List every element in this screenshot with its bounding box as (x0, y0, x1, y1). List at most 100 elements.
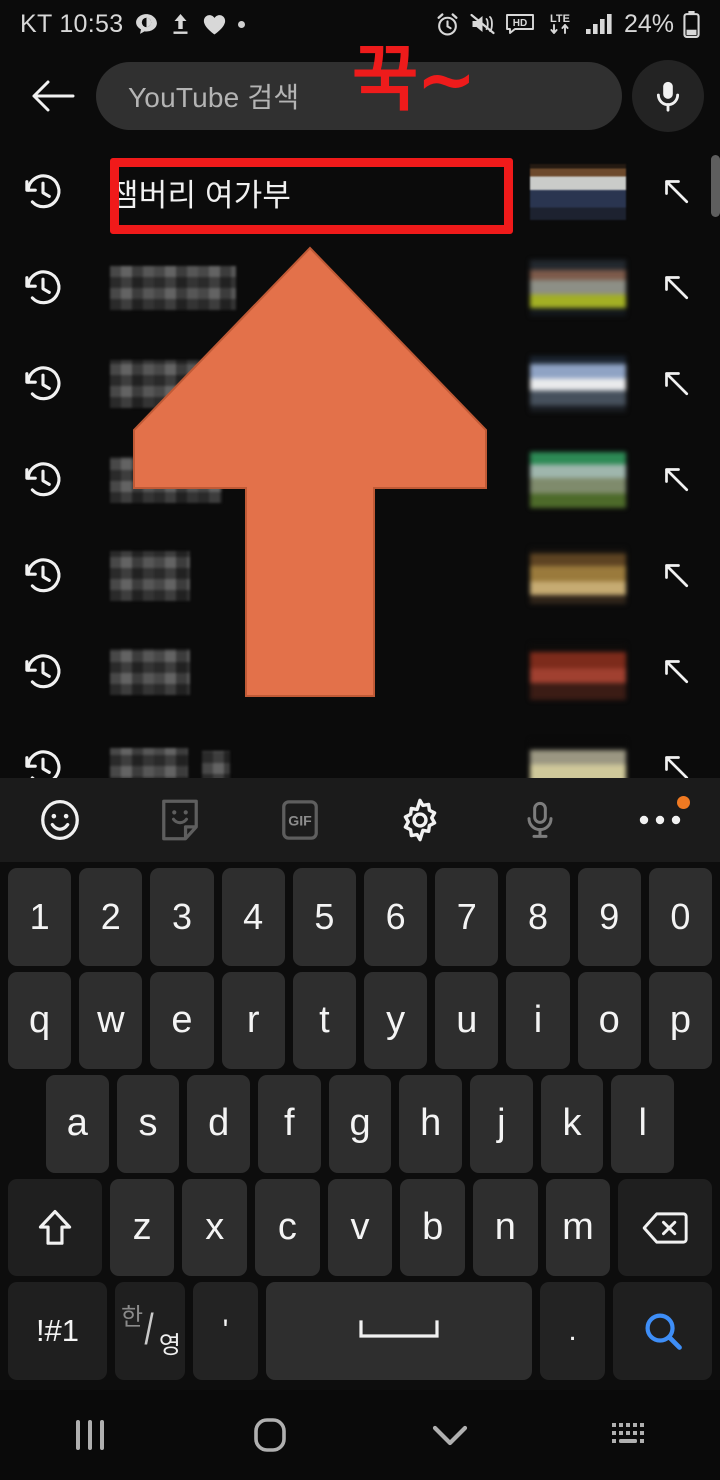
search-bar: YouTube 검색 (0, 48, 720, 144)
key-s[interactable]: s (116, 1075, 180, 1173)
key-p[interactable]: p (648, 971, 713, 1070)
insert-suggestion-button[interactable] (634, 558, 720, 594)
suggestion-label-censored (110, 748, 188, 778)
list-item[interactable] (0, 336, 720, 432)
list-item[interactable] (0, 720, 720, 778)
suggestions-scrollbar-thumb[interactable] (711, 155, 720, 217)
hd-icon: HD (506, 14, 534, 34)
key-v[interactable]: v (327, 1178, 393, 1277)
insert-suggestion-button[interactable] (634, 270, 720, 306)
shift-icon (38, 1209, 72, 1245)
hide-keyboard-button[interactable] (360, 1390, 540, 1480)
home-button[interactable] (180, 1390, 360, 1480)
key-1[interactable]: 1 (7, 868, 72, 966)
list-item[interactable]: 잼버리 여가부 (0, 144, 720, 240)
key-u[interactable]: u (435, 971, 499, 1070)
key-d[interactable]: d (187, 1075, 250, 1173)
key-k[interactable]: k (540, 1075, 604, 1173)
back-button[interactable] (16, 59, 90, 133)
space-key[interactable] (265, 1282, 533, 1380)
voice-search-button[interactable] (632, 60, 704, 132)
key-4[interactable]: 4 (221, 868, 285, 966)
shift-key[interactable] (8, 1178, 102, 1277)
upload-icon (173, 14, 188, 34)
history-clock-icon (0, 170, 86, 214)
list-item[interactable] (0, 432, 720, 528)
search-enter-key[interactable] (613, 1282, 712, 1380)
key-h[interactable]: h (399, 1075, 463, 1173)
key-5[interactable]: 5 (292, 868, 356, 966)
svg-text:GIF: GIF (288, 813, 312, 829)
key-m[interactable]: m (545, 1178, 611, 1277)
key-n[interactable]: n (472, 1178, 538, 1277)
keyboard-settings-button[interactable] (360, 778, 480, 862)
key-8[interactable]: 8 (506, 868, 570, 966)
suggestion-label-wrap (86, 360, 530, 408)
voice-input-button[interactable] (480, 778, 600, 862)
sticker-icon (162, 799, 198, 841)
language-toggle-key[interactable]: 한 / 영 (115, 1282, 185, 1380)
sticker-button[interactable] (120, 778, 240, 862)
key-e[interactable]: e (150, 971, 214, 1070)
list-item[interactable] (0, 624, 720, 720)
status-bar: KT 10:53 HD LTE 24% (0, 0, 720, 48)
backspace-key[interactable] (618, 1178, 712, 1277)
key-w[interactable]: w (79, 971, 143, 1070)
search-magnifier-icon (644, 1313, 682, 1351)
key-j[interactable]: j (470, 1075, 533, 1173)
search-suggestions-list[interactable]: 잼버리 여가부 (0, 144, 720, 778)
lte-data-icon: LTE (550, 13, 570, 34)
arrow-up-left-insert-icon (665, 660, 689, 684)
gif-button[interactable]: GIF (240, 778, 360, 862)
key-9[interactable]: 9 (577, 868, 641, 966)
more-options-button[interactable] (600, 778, 720, 862)
switch-keyboard-button[interactable] (540, 1390, 720, 1480)
key-r[interactable]: r (221, 971, 285, 1070)
recents-button[interactable] (0, 1390, 180, 1480)
insert-suggestion-button[interactable] (634, 174, 720, 210)
key-o[interactable]: o (577, 971, 641, 1070)
insert-suggestion-button[interactable] (634, 462, 720, 498)
heart-icon (204, 14, 226, 34)
on-screen-keyboard: 1 2 3 4 5 6 7 8 9 0 q w e r t y u i o p … (0, 862, 720, 1390)
key-6[interactable]: 6 (364, 868, 428, 966)
key-c[interactable]: c (255, 1178, 320, 1277)
key-z[interactable]: z (109, 1178, 175, 1277)
suggestion-label-wrap (86, 748, 530, 778)
key-2[interactable]: 2 (79, 868, 143, 966)
list-item[interactable] (0, 528, 720, 624)
key-g[interactable]: g (328, 1075, 392, 1173)
suggestion-label-censored (110, 457, 222, 503)
key-t[interactable]: t (292, 971, 356, 1070)
keyboard-row-shift: z x c v b n m (4, 1178, 716, 1277)
space-icon (359, 1320, 439, 1338)
insert-suggestion-button[interactable] (634, 750, 720, 778)
period-key[interactable]: . (540, 1282, 605, 1380)
suggestion-label-wrap: 잼버리 여가부 (86, 170, 530, 215)
key-7[interactable]: 7 (435, 868, 499, 966)
insert-suggestion-button[interactable] (634, 366, 720, 402)
symbols-key[interactable]: !#1 (8, 1282, 107, 1380)
key-l[interactable]: l (611, 1075, 675, 1173)
key-3[interactable]: 3 (150, 868, 214, 966)
key-b[interactable]: b (400, 1178, 465, 1277)
emoji-button[interactable] (0, 778, 120, 862)
key-0[interactable]: 0 (648, 868, 713, 966)
battery-percent: 24% (623, 9, 674, 38)
search-input[interactable]: YouTube 검색 (96, 62, 622, 130)
key-y[interactable]: y (364, 971, 428, 1070)
key-q[interactable]: q (7, 971, 72, 1070)
suggestions-scrollbar-track[interactable] (711, 154, 720, 778)
suggestion-thumbnail (530, 164, 626, 220)
keyboard-switch-icon (612, 1423, 644, 1443)
search-placeholder: YouTube 검색 (128, 82, 300, 113)
apostrophe-key[interactable]: ' (193, 1282, 258, 1380)
insert-suggestion-button[interactable] (634, 654, 720, 690)
key-i[interactable]: i (506, 971, 570, 1070)
key-x[interactable]: x (182, 1178, 248, 1277)
key-a[interactable]: a (45, 1075, 109, 1173)
svg-text:HD: HD (513, 18, 527, 29)
key-f[interactable]: f (258, 1075, 321, 1173)
list-item[interactable] (0, 240, 720, 336)
more-options-badge (677, 796, 690, 809)
